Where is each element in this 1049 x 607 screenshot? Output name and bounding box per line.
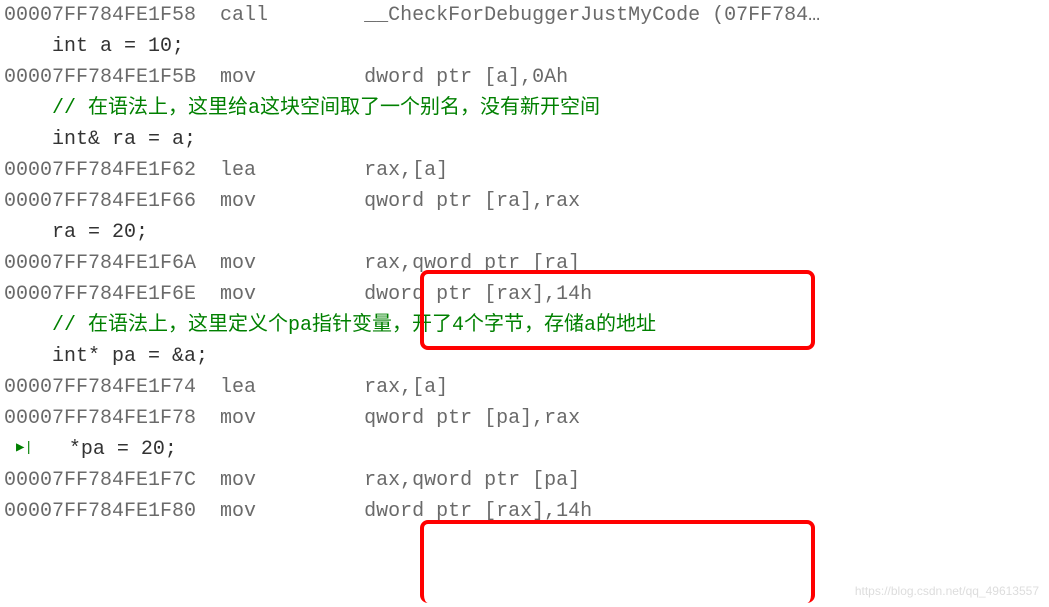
asm-line: 00007FF784FE1F80 mov dword ptr [rax],14h — [4, 496, 1045, 527]
asm-line: 00007FF784FE1F5B mov dword ptr [a],0Ah — [4, 62, 1045, 93]
asm-line: 00007FF784FE1F78 mov qword ptr [pa],rax — [4, 403, 1045, 434]
asm-line: 00007FF784FE1F74 lea rax,[a] — [4, 372, 1045, 403]
operand: rax,[a] — [364, 376, 448, 399]
address: 00007FF784FE1F78 — [4, 407, 196, 430]
operand: rax,qword ptr [ra] — [364, 252, 580, 275]
mnemonic: mov — [220, 252, 256, 275]
address: 00007FF784FE1F6E — [4, 283, 196, 306]
operand: rax,qword ptr [pa] — [364, 469, 580, 492]
asm-line: 00007FF784FE1F7C mov rax,qword ptr [pa] — [4, 465, 1045, 496]
address: 00007FF784FE1F80 — [4, 500, 196, 523]
source-code: *pa = 20; — [33, 438, 177, 461]
execution-pointer-icon: ▶| — [16, 438, 33, 460]
source-comment-line: // 在语法上，这里定义个pa指针变量，开了4个字节，存储a的地址 — [4, 310, 1045, 341]
source-code: int a = 10; — [4, 35, 184, 58]
address: 00007FF784FE1F58 — [4, 4, 196, 27]
highlight-box-2 — [420, 520, 815, 603]
operand: qword ptr [pa],rax — [364, 407, 580, 430]
mnemonic: mov — [220, 190, 256, 213]
source-line: int& ra = a; — [4, 124, 1045, 155]
mnemonic: lea — [220, 376, 256, 399]
mnemonic: mov — [220, 66, 256, 89]
address: 00007FF784FE1F5B — [4, 66, 196, 89]
mnemonic: mov — [220, 469, 256, 492]
current-execution-line: ▶| *pa = 20; — [4, 434, 1045, 465]
operand: dword ptr [rax],14h — [364, 283, 592, 306]
source-line: int a = 10; — [4, 31, 1045, 62]
source-code: int* pa = &a; — [4, 345, 208, 368]
asm-line: 00007FF784FE1F6E mov dword ptr [rax],14h — [4, 279, 1045, 310]
asm-line: 00007FF784FE1F66 mov qword ptr [ra],rax — [4, 186, 1045, 217]
source-line: ra = 20; — [4, 217, 1045, 248]
source-code: ra = 20; — [4, 221, 148, 244]
operand: rax,[a] — [364, 159, 448, 182]
operand: dword ptr [rax],14h — [364, 500, 592, 523]
mnemonic: mov — [220, 407, 256, 430]
mnemonic: mov — [220, 500, 256, 523]
comment-text: // 在语法上，这里定义个pa指针变量，开了4个字节，存储a的地址 — [4, 314, 656, 337]
operand: qword ptr [ra],rax — [364, 190, 580, 213]
mnemonic: lea — [220, 159, 256, 182]
address: 00007FF784FE1F6A — [4, 252, 196, 275]
asm-line: 00007FF784FE1F58 call __CheckForDebugger… — [4, 0, 1045, 31]
address: 00007FF784FE1F74 — [4, 376, 196, 399]
address: 00007FF784FE1F62 — [4, 159, 196, 182]
source-code: int& ra = a; — [4, 128, 196, 151]
operand: __CheckForDebuggerJustMyCode (07FF784… — [364, 4, 820, 27]
asm-line: 00007FF784FE1F62 lea rax,[a] — [4, 155, 1045, 186]
source-comment-line: // 在语法上，这里给a这块空间取了一个别名，没有新开空间 — [4, 93, 1045, 124]
mnemonic: mov — [220, 283, 256, 306]
watermark: https://blog.csdn.net/qq_49613557 — [855, 582, 1039, 601]
operand: dword ptr [a],0Ah — [364, 66, 568, 89]
mnemonic: call — [220, 4, 268, 27]
asm-line: 00007FF784FE1F6A mov rax,qword ptr [ra] — [4, 248, 1045, 279]
address: 00007FF784FE1F66 — [4, 190, 196, 213]
address: 00007FF784FE1F7C — [4, 469, 196, 492]
comment-text: // 在语法上，这里给a这块空间取了一个别名，没有新开空间 — [4, 97, 600, 120]
disassembly-view: 00007FF784FE1F58 call __CheckForDebugger… — [0, 0, 1049, 527]
source-line: int* pa = &a; — [4, 341, 1045, 372]
